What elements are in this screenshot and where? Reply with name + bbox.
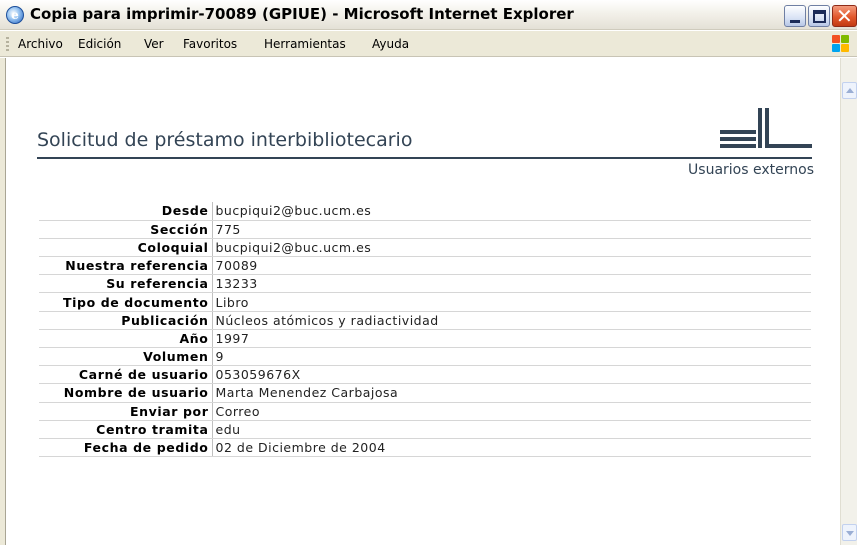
field-value: 9 (212, 347, 811, 367)
field-value: Libro (212, 292, 811, 312)
field-label: Su referencia (39, 274, 213, 294)
field-value: 1997 (212, 329, 811, 349)
scroll-up-button[interactable] (842, 82, 857, 99)
menu-archivo[interactable]: Archivo (18, 37, 63, 51)
close-icon: ✕ (836, 4, 853, 28)
table-row: Volumen 9 (39, 347, 811, 367)
field-label: Centro tramita (39, 420, 213, 439)
field-value: bucpiqui2@buc.ucm.es (212, 202, 811, 221)
field-value: Marta Menendez Carbajosa (212, 383, 811, 403)
menu-favoritos[interactable]: Favoritos (183, 37, 237, 51)
toolbar-grip[interactable] (6, 37, 9, 51)
table-row: Año 1997 (39, 329, 811, 349)
field-value: edu (212, 420, 811, 439)
library-logo-icon (720, 102, 812, 156)
field-value: 70089 (212, 256, 811, 276)
title-divider (37, 157, 812, 159)
request-details-table: Desde bucpiqui2@buc.ucm.es Sección 775 Coloq… (39, 202, 811, 458)
field-label: Coloquial (39, 238, 213, 258)
scroll-down-button[interactable] (842, 524, 857, 541)
field-label: Enviar por (39, 402, 213, 421)
field-label: Año (39, 329, 213, 349)
field-value: Correo (212, 402, 811, 421)
minimize-button[interactable] (784, 5, 806, 27)
field-label: Nombre de usuario (39, 383, 213, 403)
field-label: Carné de usuario (39, 365, 213, 385)
table-row: Tipo de documento Libro (39, 292, 811, 312)
window-frame-left (0, 58, 6, 545)
table-row: Desde bucpiqui2@buc.ucm.es (39, 202, 811, 221)
windows-logo-icon (832, 35, 850, 53)
window-title-bar[interactable]: e Copia para imprimir-70089 (GPIUE) - Mi… (0, 0, 857, 30)
table-row: Carné de usuario 053059676X (39, 365, 811, 385)
maximize-button[interactable] (808, 5, 830, 27)
window-title: Copia para imprimir-70089 (GPIUE) - Micr… (30, 5, 574, 23)
maximize-icon (813, 10, 826, 23)
field-label: Tipo de documento (39, 292, 213, 312)
menu-ayuda[interactable]: Ayuda (372, 37, 409, 51)
table-row: Nuestra referencia 70089 (39, 256, 811, 276)
page-subtitle: Usuarios externos (688, 162, 814, 178)
minimize-icon (790, 20, 800, 23)
field-value: bucpiqui2@buc.ucm.es (212, 238, 811, 258)
field-label: Nuestra referencia (39, 256, 213, 276)
field-value: 02 de Diciembre de 2004 (212, 438, 811, 458)
internet-explorer-icon[interactable]: e (6, 6, 24, 24)
field-label: Desde (39, 202, 213, 221)
menu-bar: Archivo Edición Ver Favoritos Herramient… (0, 31, 857, 57)
chevron-up-icon (846, 88, 854, 93)
table-row: Centro tramita edu (39, 420, 811, 439)
field-label: Fecha de pedido (39, 438, 213, 458)
field-label: Publicación (39, 311, 213, 330)
close-button[interactable]: ✕ (832, 4, 857, 28)
table-row: Coloquial bucpiqui2@buc.ucm.es (39, 238, 811, 258)
vertical-scrollbar[interactable] (840, 58, 857, 545)
menu-herramientas[interactable]: Herramientas (264, 37, 346, 51)
table-row: Sección 775 (39, 220, 811, 239)
menu-ver[interactable]: Ver (144, 37, 164, 51)
table-row: Publicación Núcleos atómicos y radiactivi… (39, 311, 811, 330)
table-row: Fecha de pedido 02 de Diciembre de 2004 (39, 438, 811, 458)
field-value: Núcleos atómicos y radiactividad (212, 311, 811, 330)
menu-edicion[interactable]: Edición (78, 37, 121, 51)
field-value: 053059676X (212, 365, 811, 385)
field-label: Sección (39, 220, 213, 239)
page-title: Solicitud de préstamo interbibliotecario (37, 129, 413, 151)
table-row: Nombre de usuario Marta Menendez Carbajos… (39, 383, 811, 403)
field-value: 13233 (212, 274, 811, 294)
field-label: Volumen (39, 347, 213, 367)
table-row: Su referencia 13233 (39, 274, 811, 294)
field-value: 775 (212, 220, 811, 239)
table-row: Enviar por Correo (39, 402, 811, 421)
chevron-down-icon (846, 531, 854, 536)
page-content: Solicitud de préstamo interbibliotecario… (7, 58, 840, 545)
